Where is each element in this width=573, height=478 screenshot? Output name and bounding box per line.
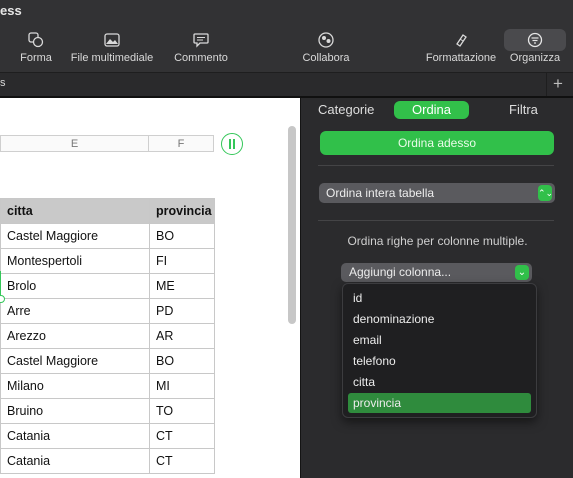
add-column-select[interactable]: Aggiungi colonna... ⌄ <box>341 263 532 282</box>
table-cell[interactable]: BO <box>149 348 215 374</box>
pause-icon[interactable] <box>221 133 243 155</box>
spreadsheet-canvas[interactable]: E F citta provincia Castel Maggiore BO Mo… <box>0 98 300 478</box>
format-button[interactable]: Formattazione <box>422 24 500 72</box>
menu-item-citta[interactable]: citta <box>348 372 531 392</box>
table-cell[interactable]: Milano <box>0 373 150 399</box>
sheet-tab-strip: s + <box>0 72 573 97</box>
media-label: File multimediale <box>70 52 154 64</box>
collaborate-label: Collabora <box>302 52 350 64</box>
table-cell[interactable]: Catania <box>0 423 150 449</box>
table-cell[interactable]: Brolo <box>0 273 150 299</box>
sort-hint: Ordina righe per colonne multiple. <box>347 234 528 248</box>
table-cell[interactable]: Castel Maggiore <box>0 223 150 249</box>
column-header-e[interactable]: E <box>0 135 149 152</box>
table-cell[interactable]: PD <box>149 298 215 324</box>
table-cell[interactable]: FI <box>149 248 215 274</box>
table-cell[interactable]: Catania <box>0 448 150 474</box>
title-bar: ess <box>0 0 573 24</box>
organize-button[interactable]: Organizza <box>503 24 567 72</box>
vertical-scrollbar[interactable] <box>288 126 296 324</box>
menu-item-telefono[interactable]: telefono <box>348 351 531 371</box>
table-row: Castel Maggiore BO <box>0 223 215 249</box>
organize-icon <box>504 29 566 51</box>
table-row: Castel Maggiore BO <box>0 348 215 374</box>
sort-now-button[interactable]: Ordina adesso <box>320 131 554 155</box>
collaborate-button[interactable]: Collabora <box>299 24 353 72</box>
table-row: Brolo ME <box>0 273 215 299</box>
tab-categorie[interactable]: Categorie <box>318 102 374 117</box>
tab-ordina[interactable]: Ordina <box>394 101 470 119</box>
sheet-tab[interactable]: s <box>0 77 6 89</box>
table-cell[interactable]: Arezzo <box>0 323 150 349</box>
column-header-f[interactable]: F <box>148 135 214 152</box>
table-row: Montespertoli FI <box>0 248 215 274</box>
table-cell[interactable]: TO <box>149 398 215 424</box>
organize-panel: Categorie Ordina Filtra Ordina adesso Or… <box>300 98 573 478</box>
comment-icon <box>193 29 209 51</box>
table-row: Catania CT <box>0 448 215 474</box>
table-cell[interactable]: Bruino <box>0 398 150 424</box>
table-cell[interactable]: BO <box>149 223 215 249</box>
sort-scope-select[interactable]: Ordina intera tabella ⌃⌄ <box>319 183 555 203</box>
shape-icon <box>28 29 44 51</box>
table-row: Catania CT <box>0 423 215 449</box>
data-table: citta provincia Castel Maggiore BO Montes… <box>0 198 215 474</box>
toolbar: Forma File multimediale Commento Collabo… <box>0 24 573 72</box>
chevron-updown-icon: ⌃⌄ <box>538 185 553 201</box>
header-cell-citta[interactable]: citta <box>0 198 150 224</box>
add-sheet-button[interactable]: + <box>546 73 569 97</box>
add-column-label: Aggiungi colonna... <box>349 265 452 279</box>
panel-tabs: Categorie Ordina Filtra <box>301 98 573 122</box>
table-row: Arezzo AR <box>0 323 215 349</box>
organize-label: Organizza <box>509 52 561 64</box>
selection-handle[interactable] <box>0 271 5 303</box>
divider <box>318 165 554 166</box>
menu-item-email[interactable]: email <box>348 330 531 350</box>
window-title: ess <box>0 3 22 18</box>
column-dropdown-menu: id denominazione email telefono citta pr… <box>342 283 537 418</box>
table-cell[interactable]: CT <box>149 423 215 449</box>
table-row: Milano MI <box>0 373 215 399</box>
chevron-down-icon: ⌄ <box>515 265 529 280</box>
header-cell-provincia[interactable]: provincia <box>149 198 215 224</box>
table-cell[interactable]: Castel Maggiore <box>0 348 150 374</box>
tab-filtra[interactable]: Filtra <box>509 102 538 117</box>
table-cell[interactable]: MI <box>149 373 215 399</box>
table-cell[interactable]: AR <box>149 323 215 349</box>
sort-scope-value: Ordina intera tabella <box>326 186 435 200</box>
media-button[interactable]: File multimediale <box>66 24 158 72</box>
menu-item-id[interactable]: id <box>348 288 531 308</box>
menu-item-denominazione[interactable]: denominazione <box>348 309 531 329</box>
paintbrush-icon <box>453 29 469 51</box>
comment-button[interactable]: Commento <box>171 24 231 72</box>
table-header-row: citta provincia <box>0 198 215 224</box>
divider <box>318 220 554 221</box>
shape-label: Forma <box>20 52 52 64</box>
menu-item-provincia[interactable]: provincia <box>348 393 531 413</box>
table-cell[interactable]: ME <box>149 273 215 299</box>
table-row: Arre PD <box>0 298 215 324</box>
table-cell[interactable]: CT <box>149 448 215 474</box>
table-cell[interactable]: Montespertoli <box>0 248 150 274</box>
table-row: Bruino TO <box>0 398 215 424</box>
format-label: Formattazione <box>425 52 497 64</box>
collaborate-icon <box>317 29 335 51</box>
media-icon <box>104 29 120 51</box>
comment-label: Commento <box>174 52 228 64</box>
table-cell[interactable]: Arre <box>0 298 150 324</box>
shape-button[interactable]: Forma <box>20 24 52 72</box>
